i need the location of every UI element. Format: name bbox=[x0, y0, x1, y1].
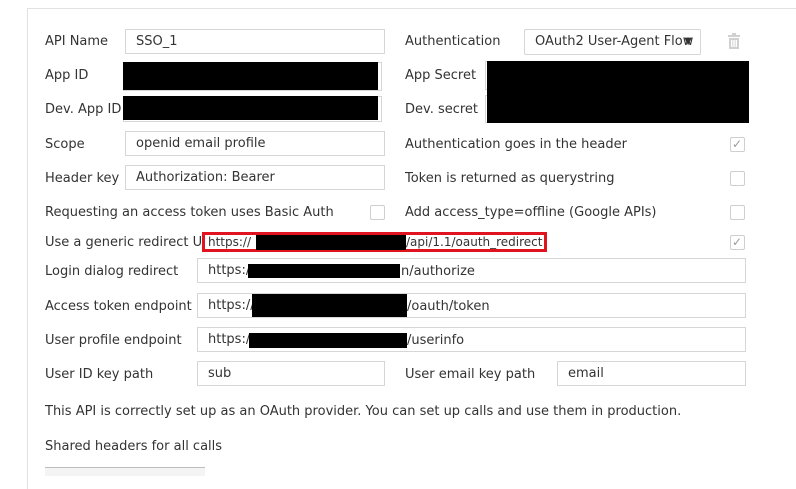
api-name-label: API Name bbox=[45, 34, 109, 49]
generic-redirect-checkbox[interactable]: ✓ bbox=[730, 235, 745, 250]
header-key-input[interactable]: Authorization: Bearer bbox=[125, 165, 385, 190]
authentication-select[interactable]: OAuth2 User-Agent Flow ▼ bbox=[524, 29, 701, 55]
access-token-endpoint-suffix: /oauth/token bbox=[407, 299, 490, 314]
shared-headers-label: Shared headers for all calls bbox=[45, 439, 223, 454]
check-icon: ✓ bbox=[732, 235, 743, 249]
dev-app-id-label: Dev. App ID bbox=[45, 102, 122, 117]
login-dialog-redirect-suffix: n/authorize bbox=[401, 264, 475, 279]
user-id-key-path-label: User ID key path bbox=[45, 367, 154, 382]
trash-icon[interactable] bbox=[727, 33, 741, 49]
redirect-url-redaction bbox=[256, 235, 406, 250]
dev-app-id-redaction bbox=[123, 96, 378, 120]
user-email-key-path-label: User email key path bbox=[405, 367, 536, 382]
access-type-offline-checkbox[interactable] bbox=[730, 205, 745, 220]
token-querystring-label: Token is returned as querystring bbox=[405, 171, 615, 186]
user-email-key-path-input[interactable]: email bbox=[557, 361, 746, 386]
basic-auth-checkbox[interactable] bbox=[370, 205, 385, 220]
user-profile-endpoint-label: User profile endpoint bbox=[45, 333, 182, 348]
access-token-endpoint-label: Access token endpoint bbox=[45, 299, 192, 314]
app-secret-label: App Secret bbox=[405, 68, 477, 83]
login-dialog-redaction bbox=[248, 264, 400, 278]
generic-redirect-label: Use a generic redirect URL bbox=[45, 235, 219, 250]
user-profile-endpoint-prefix: https:// bbox=[208, 332, 255, 347]
authentication-label: Authentication bbox=[405, 34, 501, 49]
caret-down-icon: ▼ bbox=[684, 36, 692, 47]
api-name-input[interactable]: SSO_1 bbox=[125, 29, 385, 54]
auth-in-header-label: Authentication goes in the header bbox=[405, 137, 627, 152]
access-type-offline-label: Add access_type=offline (Google APIs) bbox=[405, 205, 657, 220]
token-querystring-checkbox[interactable] bbox=[730, 171, 745, 186]
access-token-redaction bbox=[252, 294, 407, 317]
basic-auth-label: Requesting an access token uses Basic Au… bbox=[45, 205, 334, 220]
access-token-endpoint-prefix: https:// bbox=[208, 298, 255, 313]
scope-input[interactable]: openid email profile bbox=[125, 131, 385, 156]
add-shared-header-button[interactable] bbox=[45, 467, 205, 476]
user-profile-redaction bbox=[249, 333, 407, 348]
login-dialog-redirect-label: Login dialog redirect bbox=[45, 264, 179, 279]
scope-label: Scope bbox=[45, 137, 85, 152]
dev-secret-label: Dev. secret bbox=[405, 102, 479, 117]
secrets-redaction bbox=[487, 61, 749, 123]
redirect-url-prefix: https:// bbox=[208, 235, 252, 249]
check-icon: ✓ bbox=[732, 137, 743, 151]
redirect-url-suffix[interactable]: /api/1.1/oauth_redirect bbox=[406, 236, 543, 249]
status-message: This API is correctly set up as an OAuth… bbox=[45, 404, 682, 419]
authentication-value: OAuth2 User-Agent Flow bbox=[535, 34, 694, 49]
user-profile-endpoint-suffix: /userinfo bbox=[407, 333, 465, 348]
app-id-redaction bbox=[123, 62, 378, 90]
app-id-label: App ID bbox=[45, 68, 89, 83]
header-key-label: Header key bbox=[45, 171, 120, 186]
auth-in-header-checkbox[interactable]: ✓ bbox=[730, 137, 745, 152]
user-id-key-path-input[interactable]: sub bbox=[197, 361, 385, 386]
